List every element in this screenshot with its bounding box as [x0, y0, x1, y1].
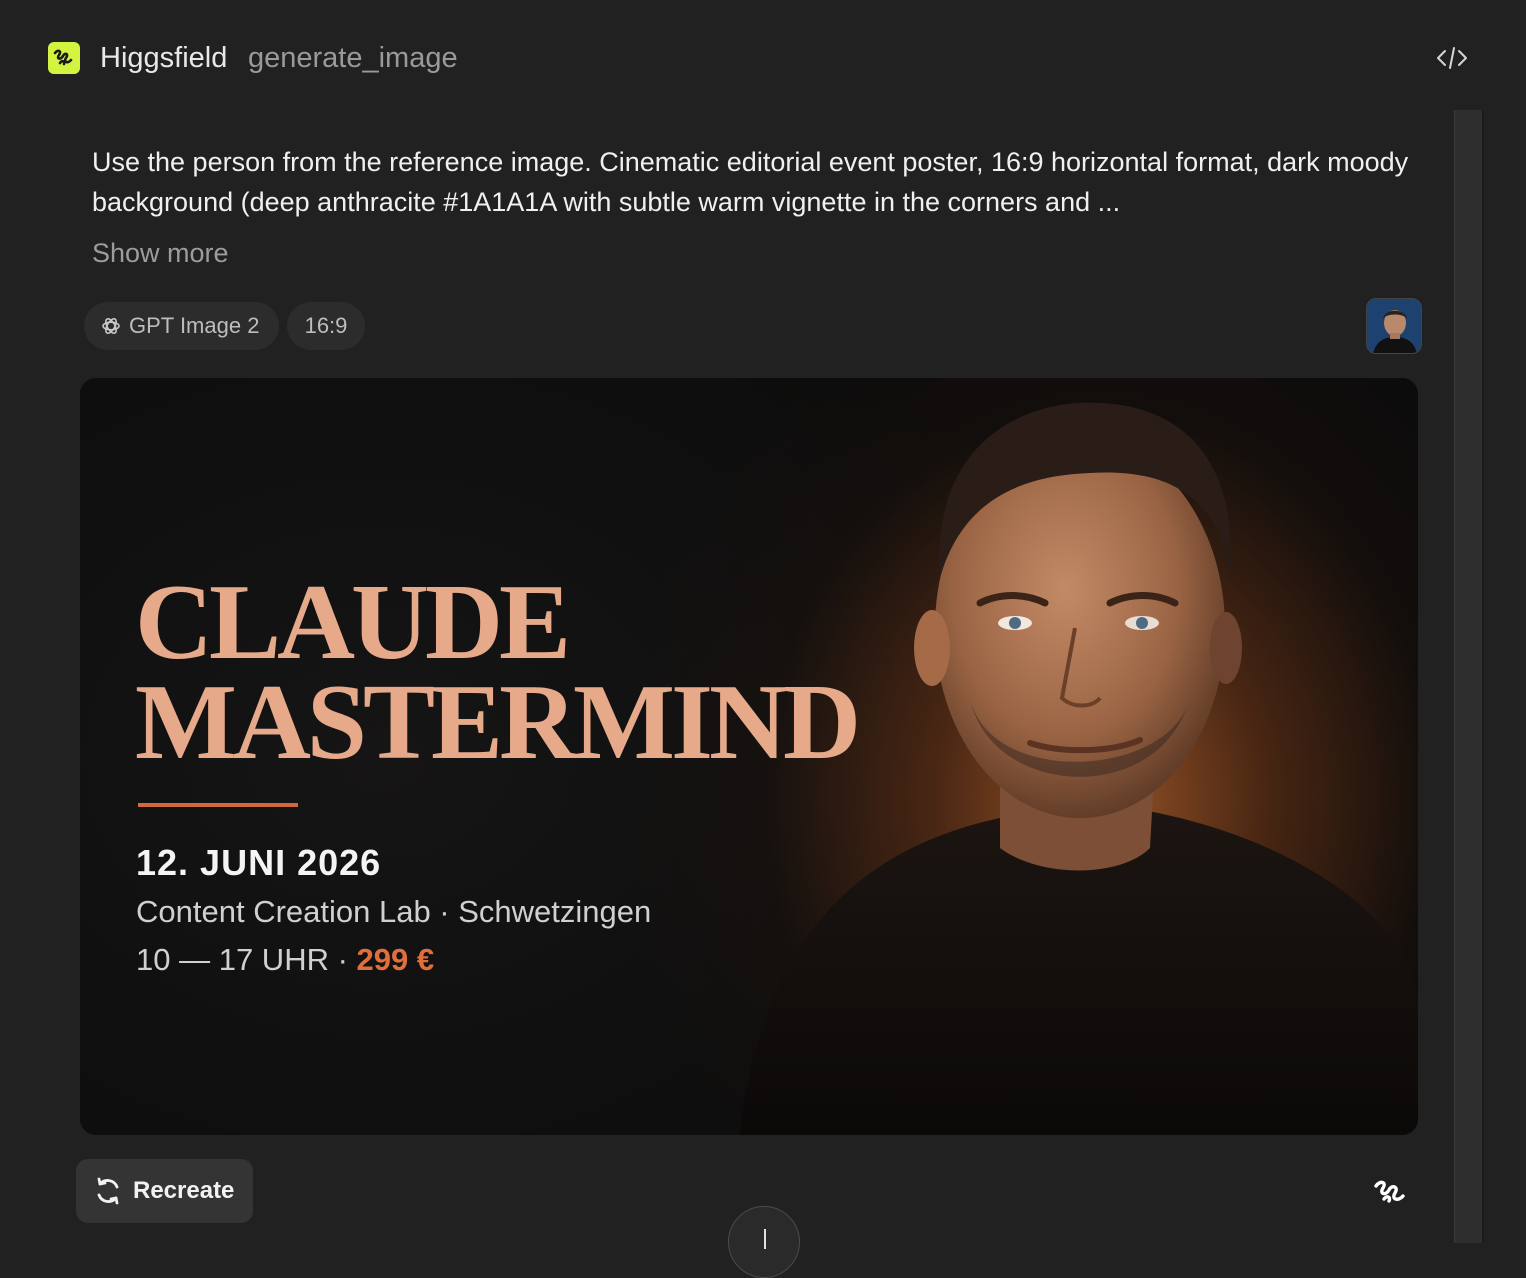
generated-image[interactable]: CLAUDE MASTERMIND 12. JUNI 2026 Content … — [80, 378, 1418, 1135]
model-label: GPT Image 2 — [129, 313, 260, 338]
higgsfield-logo-icon — [48, 42, 80, 74]
poster-title-line2: MASTERMIND — [135, 663, 861, 782]
prompt-text: Use the person from the reference image.… — [92, 147, 1409, 217]
code-icon[interactable] — [1432, 40, 1472, 76]
recreate-button[interactable]: Recreate — [76, 1159, 253, 1223]
poster-time: 10 — 17 UHR · — [136, 942, 357, 977]
tool-name: generate_image — [248, 42, 458, 74]
poster-divider — [138, 803, 298, 807]
openai-icon — [100, 315, 122, 337]
poster-title-line1: CLAUDE — [135, 563, 571, 682]
model-chip[interactable]: GPT Image 2 — [84, 302, 279, 350]
arrow-down-icon — [764, 1229, 766, 1249]
tool-header: Higgsfield generate_image — [0, 0, 1526, 112]
higgsfield-icon[interactable] — [1370, 1172, 1410, 1212]
app-name: Higgsfield — [100, 42, 228, 74]
poster-date: 12. JUNI 2026 — [136, 842, 382, 883]
scroll-down-button[interactable] — [728, 1206, 800, 1278]
poster-price: 299 € — [356, 942, 435, 977]
show-more-link[interactable]: Show more — [92, 235, 229, 271]
person-avatar — [1367, 299, 1421, 353]
reference-image-thumbnail[interactable] — [1366, 298, 1422, 354]
poster-time-price: 10 — 17 UHR · 299 € — [136, 942, 434, 978]
poster-venue: Content Creation Lab · Schwetzingen — [136, 894, 652, 929]
aspect-ratio-chip[interactable]: 16:9 — [287, 302, 365, 350]
recreate-label: Recreate — [133, 1177, 235, 1204]
higgsfield-squiggle-icon — [53, 49, 73, 66]
aspect-ratio-label: 16:9 — [304, 313, 348, 338]
scrollbar[interactable] — [1454, 110, 1484, 1243]
refresh-icon — [97, 1177, 119, 1205]
